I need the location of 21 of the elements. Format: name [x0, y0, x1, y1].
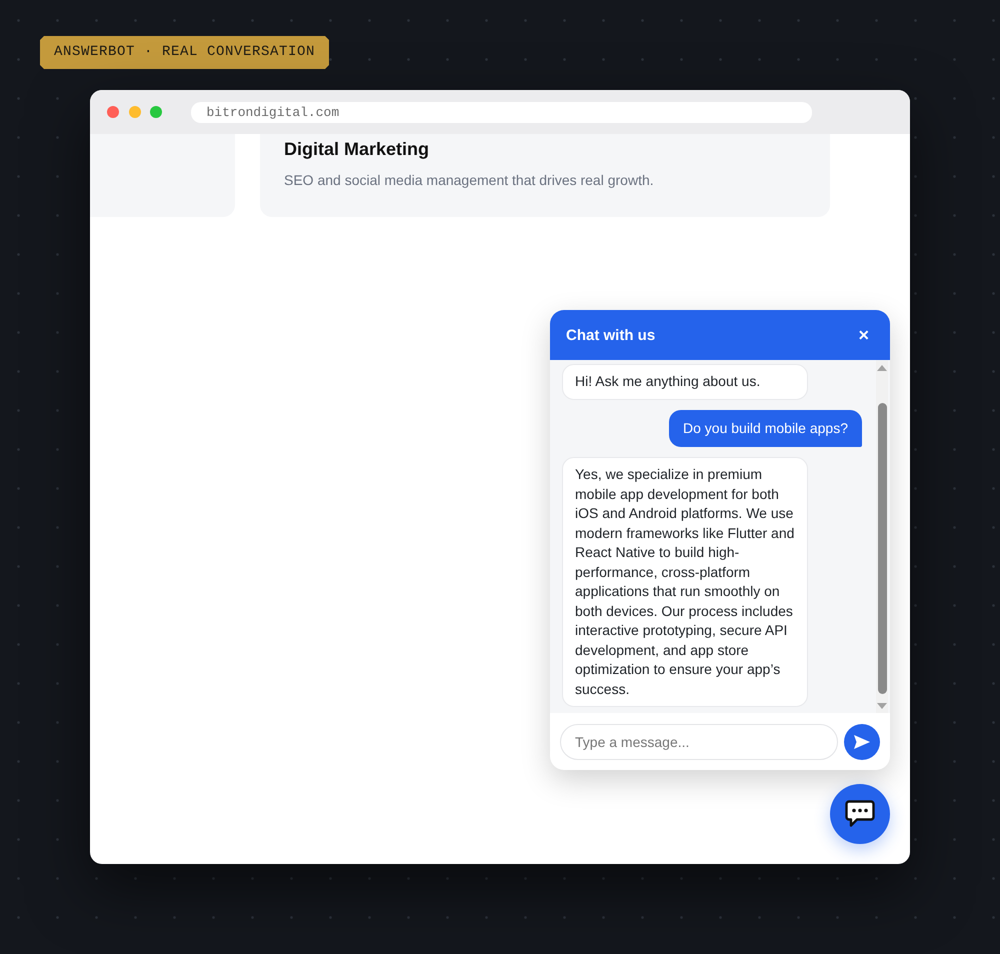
send-icon	[854, 734, 870, 748]
scrollbar-track[interactable]	[876, 360, 888, 713]
user-message: Do you build mobile apps?	[669, 410, 862, 447]
scrollbar-thumb[interactable]	[878, 403, 886, 694]
window-maximize-button[interactable]	[150, 106, 162, 118]
close-button[interactable]: ×	[853, 326, 874, 344]
bot-message: Yes, we specialize in premium mobile app development for both iOS and Android platforms. We use modern frameworks like Flutter and React Native to build high-performance, cross-platform applications that run smoothly on both devices. Our process includes interactive prototyping, secure API development, and app store optimization to ensure your app’s success.	[562, 457, 808, 707]
chat-title: Chat with us	[566, 326, 656, 344]
chat-launcher-button[interactable]	[830, 784, 890, 844]
window-minimize-button[interactable]	[128, 106, 140, 118]
address-bar[interactable]: bitrondigital.com	[190, 102, 812, 122]
send-button[interactable]	[844, 724, 880, 760]
window-close-button[interactable]	[107, 106, 119, 118]
card-description: SEO and social media management that drives real growth.	[284, 171, 655, 189]
scroll-up-icon[interactable]	[877, 365, 887, 371]
bot-message: Hi! Ask me anything about us.	[562, 364, 808, 400]
title-tag: ANSWERBOT · REAL CONVERSATION	[40, 36, 330, 69]
scroll-down-icon[interactable]	[877, 703, 887, 709]
card-title: Digital Marketing	[284, 138, 430, 160]
chat-bubble-icon	[845, 800, 875, 828]
message-input[interactable]: Type a message...	[560, 724, 838, 760]
